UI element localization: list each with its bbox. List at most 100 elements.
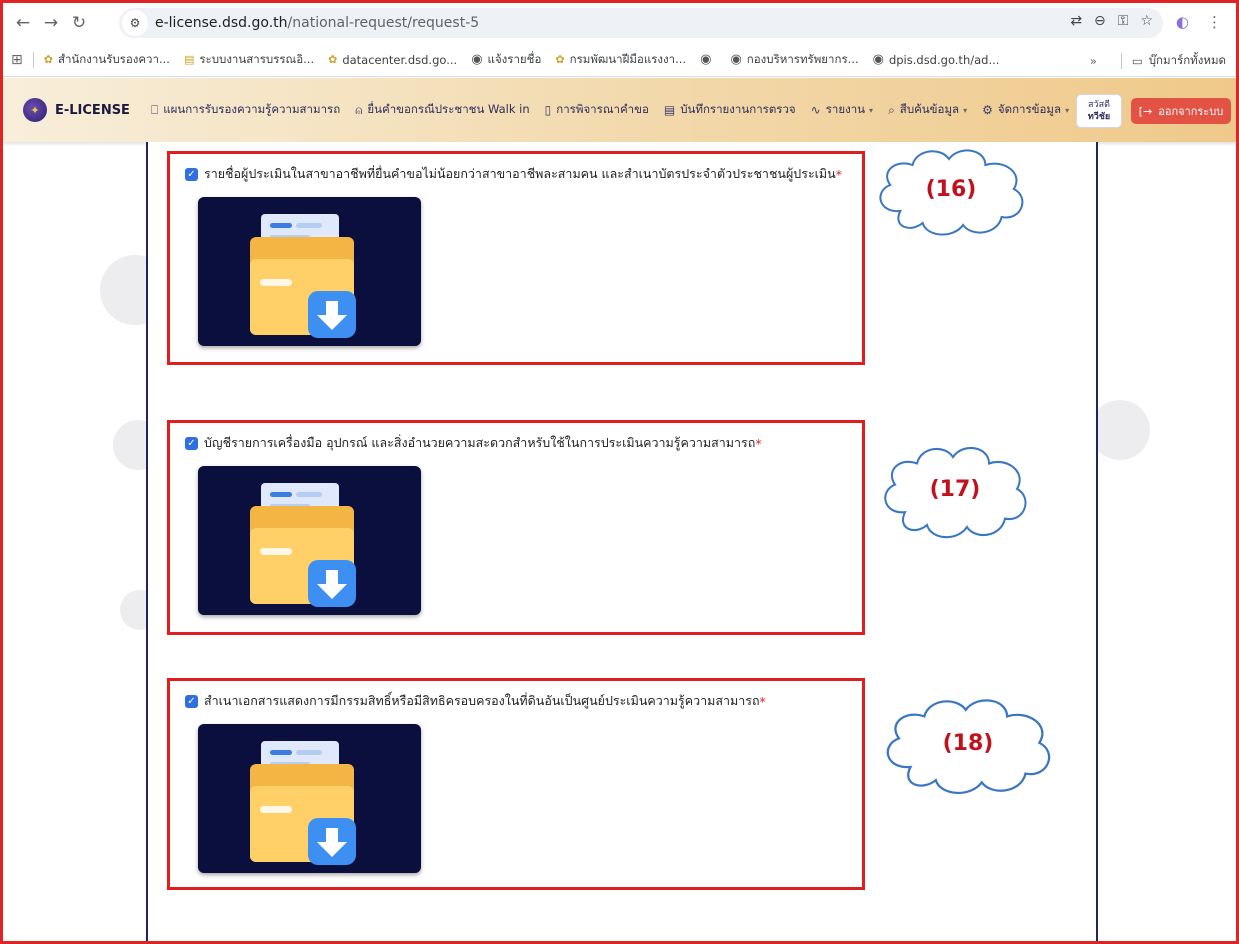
- logout-icon: [→: [1138, 104, 1153, 118]
- translate-icon[interactable]: ⇄: [1070, 13, 1082, 29]
- bookmark-separator: [1120, 53, 1122, 69]
- callout-number: (18): [942, 731, 994, 756]
- document-download-thumbnail[interactable]: [198, 197, 421, 346]
- background-decoration: [1090, 400, 1150, 460]
- user-add-icon: ⍝: [355, 102, 363, 117]
- required-mark: *: [835, 166, 842, 182]
- doc-icon: ▤: [183, 53, 195, 66]
- checkbox[interactable]: ✓: [185, 694, 198, 708]
- callout-cloud: (18): [876, 690, 1060, 800]
- bookmarks-bar: ⊞ ✿ สำนักงานรับรองควา... ▤ ระบบงานสารบรรณอิ…: [3, 43, 1236, 77]
- bookmarks-more-button[interactable]: »: [1090, 54, 1097, 68]
- globe-icon: ◉: [730, 52, 742, 67]
- globe-icon: ◉: [872, 52, 884, 67]
- required-mark: *: [759, 693, 766, 709]
- section-title-text: บัญชีรายการเครื่องมือ อุปกรณ์ และสิ่งอำน…: [204, 435, 756, 450]
- menu-dots-icon[interactable]: ⋮: [1207, 13, 1222, 31]
- nav-item-5[interactable]: ∿ รายงาน ▾: [811, 101, 873, 119]
- callout-cloud: (16): [870, 141, 1032, 241]
- bookmark-item[interactable]: ◉ dpis.dsd.go.th/ad...: [873, 52, 1000, 67]
- required-mark: *: [755, 435, 762, 451]
- section-title: ✓ รายชื่อผู้ประเมินในสาขาอาชีพที่ยื่นคำข…: [185, 164, 842, 184]
- checkbox[interactable]: ✓: [185, 167, 198, 181]
- document-download-thumbnail[interactable]: [198, 724, 421, 873]
- bookmark-item[interactable]: ◉ แจ้งรายชื่อ: [471, 51, 541, 69]
- document-icon: ▤: [663, 103, 676, 117]
- bookmark-item[interactable]: ◉: [700, 52, 716, 67]
- bookmark-label: แจ้งรายชื่อ: [487, 51, 542, 66]
- nav-item-label: การพิจารณาคำขอ: [556, 102, 649, 116]
- forward-arrow-icon[interactable]: →: [37, 13, 65, 33]
- reload-icon[interactable]: ↻: [65, 13, 93, 33]
- chevron-down-icon: ▾: [1065, 105, 1070, 115]
- app-logo[interactable]: ✦ E-LICENSE: [23, 98, 151, 122]
- globe-icon: ◉: [700, 52, 712, 67]
- nav-item-2[interactable]: ⍝ ยื่นคำขอกรณีประชาชน Walk in: [355, 101, 529, 119]
- app-logo-icon: ✦: [23, 98, 47, 122]
- globe-icon: ◉: [471, 52, 483, 67]
- all-bookmarks-button[interactable]: บุ๊กมาร์กทั้งหมด: [1149, 52, 1226, 70]
- bookmark-separator: [32, 51, 34, 68]
- zoom-icon[interactable]: ⊖: [1094, 13, 1106, 29]
- greeting-text: สวัสดี: [1088, 100, 1110, 110]
- star-icon[interactable]: ☆: [1140, 13, 1153, 29]
- back-arrow-icon[interactable]: ←: [9, 13, 37, 33]
- document-upload-section: ✓ บัญชีรายการเครื่องมือ อุปกรณ์ และสิ่งอ…: [167, 420, 865, 635]
- site-settings-icon[interactable]: ⚙: [122, 10, 148, 36]
- chevron-down-icon: ▾: [869, 105, 874, 115]
- nav-item-label: บันทึกรายงานการตรวจ: [680, 102, 796, 116]
- bookmark-label: กองบริหารทรัพยากร...: [746, 51, 859, 66]
- callout-number: (16): [925, 177, 977, 202]
- main-menu: ⎕ แผนการรับรองความรู้ความสามารถ ⍝ ยื่นคำขอก…: [151, 101, 1069, 119]
- key-icon[interactable]: ⚿: [1118, 13, 1129, 29]
- user-greeting: สวัสดี ทวีชัย: [1076, 94, 1122, 128]
- nav-item-label: รายงาน: [825, 102, 866, 116]
- app-logo-text: E-LICENSE: [55, 102, 130, 118]
- checkbox[interactable]: ✓: [185, 436, 198, 450]
- bookmark-item[interactable]: ▤ ระบบงานสารบรรณอิ...: [184, 51, 314, 69]
- book-icon: ⎕: [151, 102, 159, 117]
- nav-item-label: ยื่นคำขอกรณีประชาชน Walk in: [367, 102, 530, 116]
- bookmark-item[interactable]: ✿ กรมพัฒนาฝีมือแรงงา...: [555, 51, 686, 69]
- callout-cloud: (17): [875, 438, 1035, 544]
- folder-icon: ▭: [1131, 54, 1143, 68]
- section-title: ✓ บัญชีรายการเครื่องมือ อุปกรณ์ และสิ่งอ…: [185, 433, 762, 453]
- dsd-logo-icon: ✿: [555, 53, 565, 66]
- activity-icon: ∿: [810, 103, 821, 117]
- nav-item-6[interactable]: ⌕ สืบค้นข้อมูล ▾: [888, 101, 967, 119]
- nav-item-3[interactable]: ▯ การพิจารณาคำขอ: [545, 101, 649, 119]
- nav-item-label: จัดการข้อมูล: [997, 102, 1062, 116]
- document-download-thumbnail[interactable]: [198, 466, 421, 615]
- callout-number: (17): [929, 477, 981, 502]
- bookmark-label: dpis.dsd.go.th/ad...: [888, 52, 1000, 67]
- dsd-logo-icon: ✿: [43, 53, 53, 66]
- nav-item-label: สืบค้นข้อมูล: [899, 102, 960, 116]
- nav-item-1[interactable]: ⎕ แผนการรับรองความรู้ความสามารถ: [151, 101, 340, 119]
- chevron-down-icon: ▾: [963, 105, 968, 115]
- nav-item-label: แผนการรับรองความรู้ความสามารถ: [163, 102, 341, 116]
- bookmark-label: datacenter.dsd.go...: [342, 52, 458, 67]
- app-navbar: ✦ E-LICENSE ⎕ แผนการรับรองความรู้ความสามา…: [3, 78, 1236, 142]
- extension-icon[interactable]: ◐: [1176, 13, 1189, 31]
- nav-item-7[interactable]: ⚙ จัดการข้อมูล ▾: [982, 101, 1069, 119]
- nav-item-4[interactable]: ▤ บันทึกรายงานการตรวจ: [664, 101, 796, 119]
- section-title: ✓ สำเนาเอกสารแสดงการมีกรรมสิทธิ์หรือมีสิ…: [185, 691, 766, 711]
- user-name: ทวีชัย: [1087, 112, 1111, 122]
- bookmark-item[interactable]: ✿ datacenter.dsd.go...: [328, 53, 457, 67]
- address-bar[interactable]: ⚙ e-license.dsd.go.th/national-request/r…: [119, 8, 1163, 38]
- document-upload-section: ✓ รายชื่อผู้ประเมินในสาขาอาชีพที่ยื่นคำข…: [167, 151, 865, 365]
- clipboard-icon: ▯: [544, 103, 552, 117]
- search-icon: ⌕: [888, 102, 895, 117]
- bookmark-label: ระบบงานสารบรรณอิ...: [199, 51, 315, 66]
- apps-grid-icon[interactable]: ⊞: [11, 52, 23, 68]
- bookmark-label: สำนักงานรับรองควา...: [57, 51, 170, 66]
- gear-icon: ⚙: [982, 103, 993, 117]
- bookmark-label: กรมพัฒนาฝีมือแรงงา...: [569, 51, 687, 66]
- document-upload-section: ✓ สำเนาเอกสารแสดงการมีกรรมสิทธิ์หรือมีสิ…: [167, 678, 865, 890]
- url-path: /national-request/request-5: [287, 15, 480, 31]
- logout-button[interactable]: [→ ออกจากระบบ: [1131, 98, 1231, 124]
- bookmark-item[interactable]: ✿ สำนักงานรับรองควา...: [44, 51, 170, 69]
- section-title-text: สำเนาเอกสารแสดงการมีกรรมสิทธิ์หรือมีสิทธ…: [204, 693, 760, 708]
- browser-toolbar: ← → ↻ ⚙ e-license.dsd.go.th/national-req…: [3, 3, 1236, 43]
- bookmark-item[interactable]: ◉ กองบริหารทรัพยากร...: [730, 51, 858, 69]
